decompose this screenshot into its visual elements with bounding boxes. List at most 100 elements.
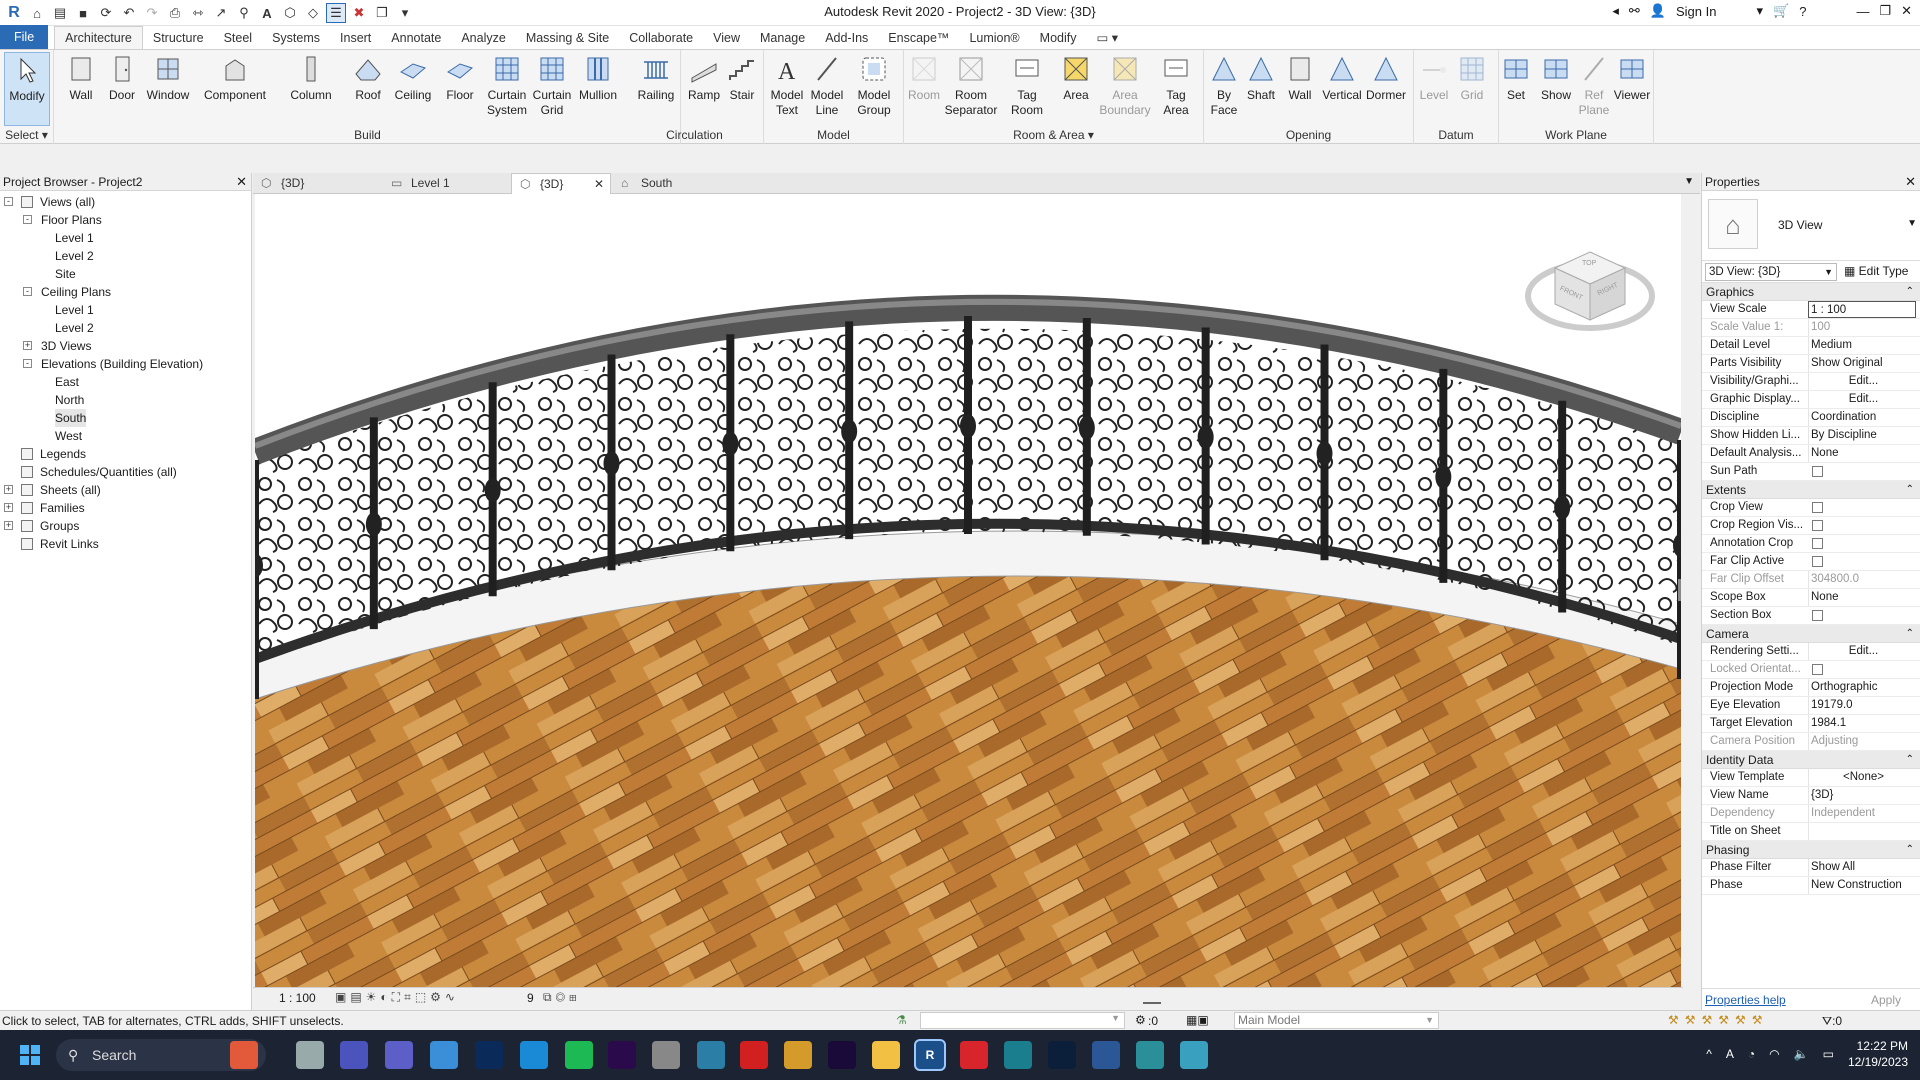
- viewer-button[interactable]: Viewer: [1600, 52, 1664, 126]
- spotify-icon[interactable]: [565, 1041, 593, 1069]
- save-icon[interactable]: ■: [73, 3, 93, 23]
- after-effects-icon[interactable]: [828, 1041, 856, 1069]
- windows-start-icon[interactable]: [20, 1045, 40, 1065]
- design-options-icon[interactable]: ▦▣: [1186, 1013, 1209, 1027]
- collapse-icon[interactable]: ⌃: [1906, 625, 1914, 643]
- property-value[interactable]: Coordination: [1808, 409, 1916, 426]
- property-value[interactable]: {3D}: [1808, 787, 1916, 804]
- mullion-button[interactable]: Mullion: [566, 52, 630, 126]
- redo-icon[interactable]: ↷: [142, 3, 162, 23]
- window-button[interactable]: Window: [136, 52, 200, 126]
- word-icon[interactable]: [1092, 1041, 1120, 1069]
- tree-item[interactable]: Level 2: [0, 319, 251, 337]
- viewport-scrollbar[interactable]: [1678, 579, 1681, 601]
- teams-icon[interactable]: [385, 1041, 413, 1069]
- property-value[interactable]: Medium: [1808, 337, 1916, 354]
- property-value[interactable]: None: [1808, 445, 1916, 462]
- collapse-icon[interactable]: -: [23, 215, 32, 224]
- tab-systems[interactable]: Systems: [262, 27, 330, 49]
- thin-lines-icon[interactable]: ☰: [326, 3, 346, 23]
- selection-filter-icons[interactable]: ⚒⚒⚒⚒⚒⚒: [1668, 1013, 1769, 1027]
- type-dropdown-icon[interactable]: ▼: [1907, 218, 1917, 229]
- property-value[interactable]: Edit...: [1808, 643, 1916, 660]
- properties-section-header[interactable]: Extents ⌃: [1702, 481, 1920, 499]
- tab-lumion[interactable]: Lumion®: [959, 27, 1029, 49]
- font-icon[interactable]: A: [1726, 1047, 1734, 1061]
- view-tab[interactable]: ▭ Level 1: [383, 173, 509, 194]
- filter-count[interactable]: ⛛:0: [1822, 1014, 1842, 1029]
- tree-item[interactable]: + Groups: [0, 517, 251, 535]
- tree-item[interactable]: Revit Links: [0, 535, 251, 553]
- property-value[interactable]: Edit...: [1808, 373, 1916, 390]
- room-area-group-label[interactable]: Room & Area ▾: [904, 128, 1203, 142]
- tab-annotate[interactable]: Annotate: [381, 27, 451, 49]
- property-value[interactable]: New Construction: [1808, 877, 1916, 894]
- tab-insert[interactable]: Insert: [330, 27, 381, 49]
- max-icon[interactable]: [697, 1041, 725, 1069]
- properties-section-header[interactable]: Identity Data ⌃: [1702, 751, 1920, 769]
- close-tab-icon[interactable]: ✕: [594, 174, 604, 195]
- tree-item[interactable]: Legends: [0, 445, 251, 463]
- property-checkbox[interactable]: [1812, 538, 1823, 549]
- collapse-icon[interactable]: -: [23, 287, 32, 296]
- tab-manage[interactable]: Manage: [750, 27, 815, 49]
- property-checkbox[interactable]: [1812, 556, 1823, 567]
- property-value[interactable]: Show Original: [1808, 355, 1916, 372]
- opera-icon[interactable]: [740, 1041, 768, 1069]
- tree-item[interactable]: East: [0, 373, 251, 391]
- close-window-icon[interactable]: ✕: [1901, 3, 1912, 19]
- tree-item[interactable]: Site: [0, 265, 251, 283]
- disk-icon[interactable]: [652, 1041, 680, 1069]
- property-value[interactable]: Show All: [1808, 859, 1916, 876]
- tab-file[interactable]: File: [0, 25, 49, 49]
- measure-icon[interactable]: ⇿: [188, 3, 208, 23]
- column-button[interactable]: Column: [279, 52, 343, 126]
- collapse-icon[interactable]: -: [23, 359, 32, 368]
- property-checkbox[interactable]: [1812, 520, 1823, 531]
- tab-view[interactable]: View: [703, 27, 750, 49]
- view-controls-icons[interactable]: ▣▤☀◐⛶⌗⬚⚙∿: [335, 990, 459, 1005]
- property-value[interactable]: Edit...: [1808, 391, 1916, 408]
- property-checkbox[interactable]: [1812, 610, 1823, 621]
- horizontal-scrollbar[interactable]: [1143, 1002, 1161, 1004]
- tree-item[interactable]: Level 1: [0, 229, 251, 247]
- switch-windows-icon[interactable]: ❐: [372, 3, 392, 23]
- revit-logo-icon[interactable]: R: [4, 3, 24, 23]
- 3ds-max-icon[interactable]: [1004, 1041, 1032, 1069]
- view-scale[interactable]: 1 : 100: [279, 991, 316, 1005]
- premiere-icon[interactable]: [608, 1041, 636, 1069]
- instance-select[interactable]: 3D View: {3D} ▼: [1705, 263, 1837, 281]
- property-value[interactable]: 19179.0: [1808, 697, 1916, 714]
- collapse-icon[interactable]: -: [4, 197, 13, 206]
- meet-icon[interactable]: ◔: [1748, 1047, 1755, 1061]
- tree-item[interactable]: - Views (all): [0, 193, 251, 211]
- help-icon[interactable]: ?: [1799, 4, 1806, 19]
- tab-collaborate[interactable]: Collaborate: [619, 27, 703, 49]
- close-hidden-icon[interactable]: ✖: [349, 3, 369, 23]
- wifi-icon[interactable]: ◠: [1769, 1047, 1779, 1061]
- expand-icon[interactable]: +: [4, 521, 13, 530]
- tab-structure[interactable]: Structure: [143, 27, 214, 49]
- print-icon[interactable]: ⎙: [165, 3, 185, 23]
- tray-chevron-icon[interactable]: ^: [1706, 1047, 1712, 1061]
- property-checkbox[interactable]: [1812, 466, 1823, 477]
- tab-modify[interactable]: Modify: [1030, 27, 1087, 49]
- design-option-select[interactable]: Main Model ▼: [1234, 1012, 1439, 1029]
- tab-add-ins[interactable]: Add-Ins: [815, 27, 878, 49]
- close-icon[interactable]: ✕: [1905, 173, 1916, 191]
- acrobat-icon[interactable]: [960, 1041, 988, 1069]
- property-value[interactable]: None: [1808, 589, 1916, 606]
- notification-app-icon[interactable]: [340, 1041, 368, 1069]
- editable-only-icon[interactable]: ⚙: [1135, 1013, 1146, 1027]
- tree-item[interactable]: South: [0, 409, 251, 427]
- lightroom-icon[interactable]: [475, 1041, 503, 1069]
- 3ds-max-2-icon[interactable]: [1136, 1041, 1164, 1069]
- worksets-icon[interactable]: ⚗: [896, 1013, 907, 1027]
- battery-icon[interactable]: ▭: [1823, 1047, 1834, 1061]
- sign-in-link[interactable]: Sign In: [1676, 4, 1716, 19]
- workset-select[interactable]: ▼: [920, 1012, 1125, 1029]
- property-value[interactable]: 1 : 100: [1808, 301, 1916, 318]
- apply-button[interactable]: Apply: [1871, 993, 1901, 1007]
- room-separator-button[interactable]: Room Separator: [939, 52, 1003, 126]
- tree-item[interactable]: Schedules/Quantities (all): [0, 463, 251, 481]
